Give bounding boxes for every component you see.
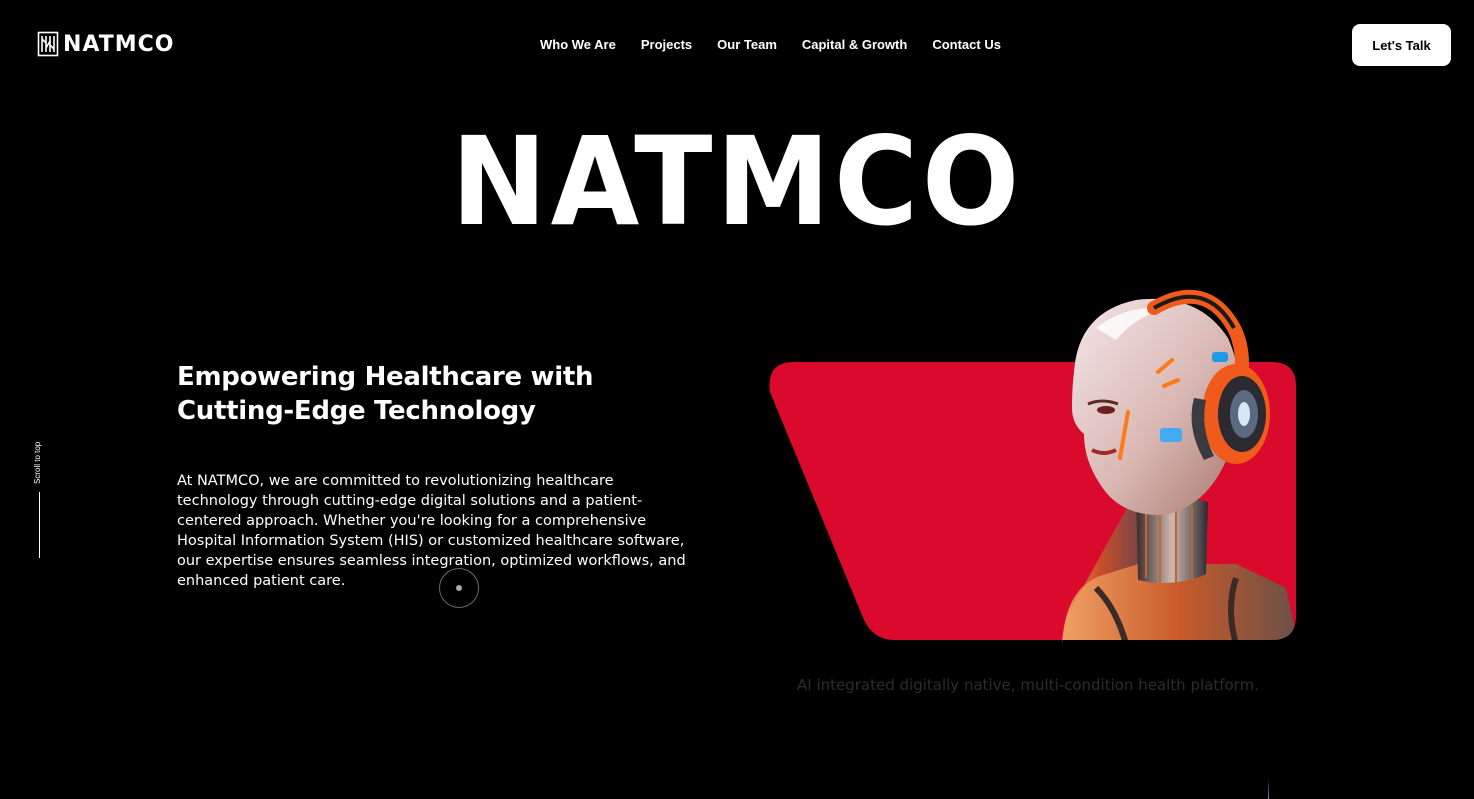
scroll-to-top[interactable]: Scroll to top [26, 428, 54, 558]
main-nav: Who We Are Projects Our Team Capital & G… [540, 36, 1001, 54]
hero-heading: Empowering Healthcare with Cutting-Edge … [177, 362, 594, 426]
page: NATMCO Who We Are Projects Our Team Capi… [0, 0, 1474, 799]
header-logo[interactable]: NATMCO [37, 31, 174, 57]
bottom-scroll-indicator [1268, 778, 1269, 799]
cursor-ring-icon [439, 568, 479, 608]
hero-tagline: AI integrated digitally native, multi-co… [797, 676, 1259, 694]
cursor-dot [456, 585, 462, 591]
nav-link-who-we-are[interactable]: Who We Are [540, 36, 616, 54]
scroll-to-top-label: Scroll to top [33, 441, 42, 484]
hero-wordmark-text: NATMCO [451, 128, 1023, 238]
nav-link-contact-us[interactable]: Contact Us [932, 36, 1001, 54]
nav-link-our-team[interactable]: Our Team [717, 36, 777, 54]
nav-link-capital-growth[interactable]: Capital & Growth [802, 36, 907, 54]
lets-talk-button[interactable]: Let's Talk [1352, 24, 1451, 66]
natmco-logo-mark-icon [37, 31, 59, 57]
hero-body: At NATMCO, we are committed to revolutio… [177, 473, 686, 589]
hero-wordmark: NATMCO [451, 128, 1023, 238]
hero-robot-illustration [769, 289, 1296, 644]
logo-text: NATMCO [63, 31, 175, 57]
nav-link-projects[interactable]: Projects [641, 36, 692, 54]
scroll-to-top-line [39, 492, 40, 558]
